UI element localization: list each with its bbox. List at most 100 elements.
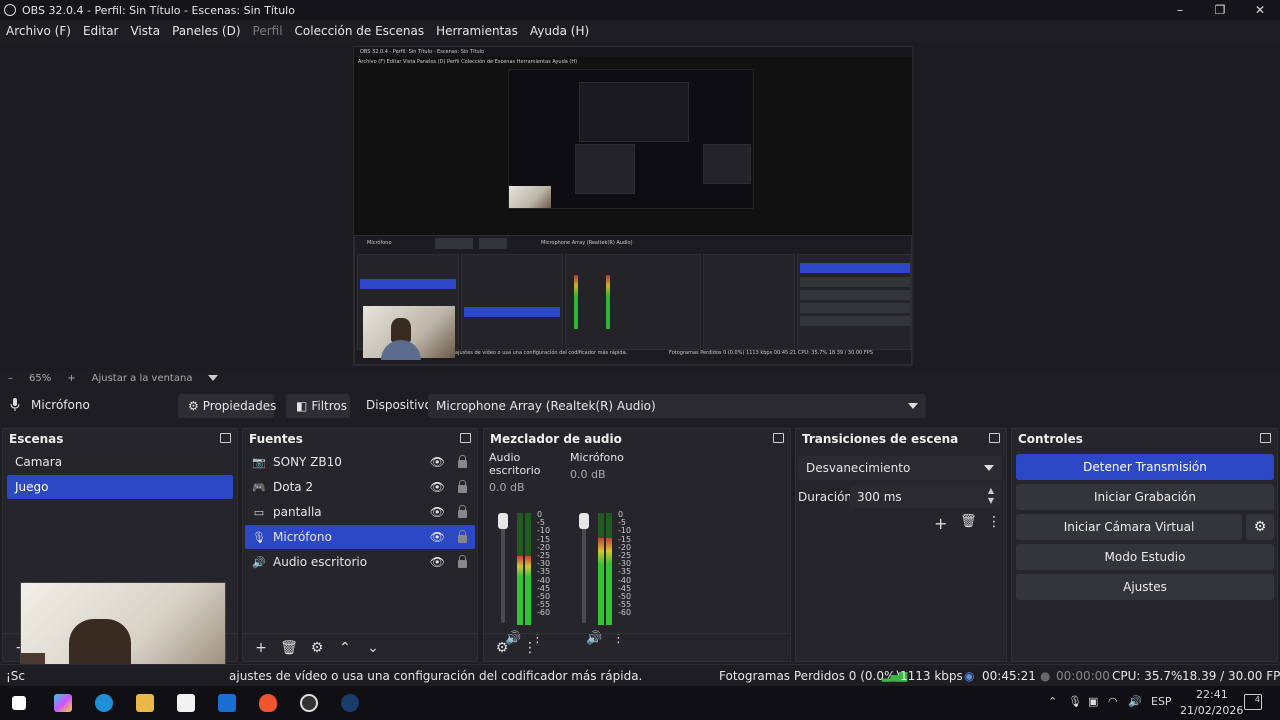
status-message-prefix: ¡Sc — [6, 669, 26, 683]
undock-icon[interactable] — [460, 433, 471, 443]
chevron-up-icon[interactable]: ⌃ — [333, 640, 357, 656]
menu-ayuda[interactable]: Ayuda (H) — [530, 24, 589, 38]
properties-label: Propiedades — [202, 399, 277, 413]
edge-icon[interactable] — [95, 694, 113, 712]
tray-chevron-up-icon[interactable]: ⌃ — [1048, 695, 1057, 708]
gear-icon[interactable]: ⚙ — [305, 640, 329, 656]
menu-coleccion-escenas[interactable]: Colección de Escenas — [295, 24, 425, 38]
maximize-button[interactable]: ❐ — [1200, 0, 1240, 20]
eye-icon[interactable]: 👁 — [430, 530, 445, 544]
menu-perfil[interactable]: Perfil — [253, 24, 283, 38]
menu-herramientas[interactable]: Herramientas — [436, 24, 518, 38]
brave-icon[interactable] — [259, 694, 277, 712]
microphone-icon: 🎙 — [252, 530, 266, 544]
steam-icon[interactable] — [341, 694, 359, 712]
volume-slider-handle[interactable] — [498, 513, 508, 529]
more-options-icon[interactable]: ⋮ — [518, 640, 542, 656]
filters-button[interactable]: ◧ Filtros — [286, 394, 350, 418]
microphone-icon — [10, 398, 20, 415]
lock-icon[interactable] — [458, 555, 467, 568]
close-button[interactable]: ✕ — [1240, 0, 1280, 20]
device-select[interactable]: Microphone Array (Realtek(R) Audio) — [428, 394, 926, 418]
transition-select[interactable]: Desvanecimiento — [798, 456, 1002, 480]
more-options-icon[interactable]: ⋮ — [987, 514, 1001, 530]
lock-icon[interactable] — [458, 505, 467, 518]
duration-input[interactable]: 300 ms ▲ ▼ — [850, 486, 1000, 508]
channel-name: Micrófono — [570, 451, 624, 464]
studio-mode-button[interactable]: Modo Estudio — [1016, 544, 1274, 570]
undock-icon[interactable] — [773, 433, 784, 443]
volume-icon[interactable]: 🔊 — [1128, 695, 1142, 708]
mixer-channel-microfono: Micrófono 0.0 dB 0 -5 -10 -15 -20 -25 -30 -35 -4… — [570, 451, 640, 646]
trash-icon[interactable]: 🗑 — [960, 514, 977, 529]
nested-webcam — [363, 306, 455, 360]
program-preview[interactable]: OBS 32.0.4 - Perfil: Sin Título - Escena… — [353, 46, 913, 366]
outlook-icon[interactable] — [218, 694, 236, 712]
lock-icon[interactable] — [458, 455, 467, 468]
undock-icon[interactable] — [1260, 433, 1271, 443]
store-icon[interactable] — [177, 694, 195, 712]
menu-archivo[interactable]: Archivo (F) — [6, 24, 71, 38]
add-source-icon[interactable]: + — [249, 640, 273, 656]
virtual-camera-settings-gear-icon[interactable]: ⚙ — [1246, 514, 1274, 540]
fit-to-window-option[interactable]: Ajustar a la ventana — [92, 373, 193, 384]
duration-value: 300 ms — [857, 490, 902, 504]
stop-streaming-button[interactable]: Detener Transmisión — [1016, 454, 1274, 480]
source-row-sony-zb10[interactable]: 📷 SONY ZB10 👁 — [245, 450, 475, 474]
preview-area: OBS 32.0.4 - Perfil: Sin Título - Escena… — [0, 42, 1280, 370]
start-recording-button[interactable]: Iniciar Grabación — [1016, 484, 1274, 510]
nested-mixer — [565, 254, 701, 350]
chevron-down-icon — [908, 403, 918, 409]
lock-icon[interactable] — [458, 530, 467, 543]
scene-item-juego[interactable]: Juego — [7, 475, 233, 499]
menu-editar[interactable]: Editar — [83, 24, 119, 38]
duration-stepper[interactable]: ▲ ▼ — [988, 486, 994, 506]
source-row-microfono[interactable]: 🎙 Micrófono 👁 — [245, 525, 475, 549]
sources-dock: Fuentes 📷 SONY ZB10 👁 🎮 Dota 2 👁 ▭ panta… — [242, 428, 478, 662]
eye-icon[interactable]: 👁 — [430, 555, 445, 569]
source-row-dota-2[interactable]: 🎮 Dota 2 👁 — [245, 475, 475, 499]
windows-start-icon[interactable] — [12, 696, 26, 710]
zoom-in-button[interactable]: + — [67, 373, 75, 384]
notifications-icon[interactable]: 4 — [1244, 694, 1262, 710]
eye-icon[interactable]: 👁 — [430, 480, 445, 494]
source-row-audio-escritorio[interactable]: 🔊 Audio escritorio 👁 — [245, 550, 475, 574]
file-explorer-icon[interactable] — [136, 694, 154, 712]
eye-icon[interactable]: 👁 — [430, 505, 445, 519]
source-row-pantalla[interactable]: ▭ pantalla 👁 — [245, 500, 475, 524]
channel-name: Audio escritorio — [489, 451, 541, 477]
language-indicator[interactable]: ESP — [1151, 695, 1172, 708]
settings-button[interactable]: Ajustes — [1016, 574, 1274, 600]
add-transition-icon[interactable]: + — [934, 514, 947, 533]
lock-icon[interactable] — [458, 480, 467, 493]
stream-time: 00:45:21 — [982, 669, 1036, 683]
chevron-down-icon[interactable]: ⌄ — [361, 640, 385, 656]
volume-slider-handle[interactable] — [579, 513, 589, 529]
tray-device-icon[interactable]: ▣ — [1088, 695, 1098, 708]
copilot-icon[interactable] — [54, 694, 72, 712]
zoom-dropdown-chevron-icon[interactable] — [208, 375, 219, 381]
record-icon: ● — [1040, 669, 1051, 683]
db-scale: 0 -5 -10 -15 -20 -25 -30 -35 -40 -45 -50 -55 -60 — [618, 510, 631, 618]
clock-date[interactable]: 21/02/2026 — [1180, 704, 1243, 717]
nested-source-label: Micrófono — [367, 240, 392, 246]
transitions-title: Transiciones de escena — [796, 429, 1006, 449]
wifi-icon[interactable]: ◠ — [1108, 695, 1118, 708]
tray-microphone-icon[interactable]: 🎙 — [1068, 695, 1082, 708]
zoom-out-button[interactable]: – — [8, 373, 13, 384]
properties-button[interactable]: ⚙ Propiedades — [178, 394, 277, 418]
obs-taskbar-icon[interactable] — [300, 694, 318, 712]
volume-slider[interactable] — [582, 513, 586, 623]
start-virtual-camera-button[interactable]: Iniciar Cámara Virtual — [1016, 514, 1242, 540]
trash-icon[interactable]: 🗑 — [277, 640, 301, 656]
undock-icon[interactable] — [220, 433, 231, 443]
menu-paneles[interactable]: Paneles (D) — [172, 24, 240, 38]
minimize-button[interactable]: – — [1160, 0, 1200, 20]
volume-slider[interactable] — [501, 513, 505, 623]
menu-vista[interactable]: Vista — [130, 24, 160, 38]
clock-time[interactable]: 22:41 — [1196, 688, 1228, 701]
scene-item-camara[interactable]: Camara — [7, 450, 233, 474]
undock-icon[interactable] — [989, 433, 1000, 443]
eye-icon[interactable]: 👁 — [430, 455, 445, 469]
mixer-settings-icon[interactable]: ⚙ — [490, 640, 514, 656]
